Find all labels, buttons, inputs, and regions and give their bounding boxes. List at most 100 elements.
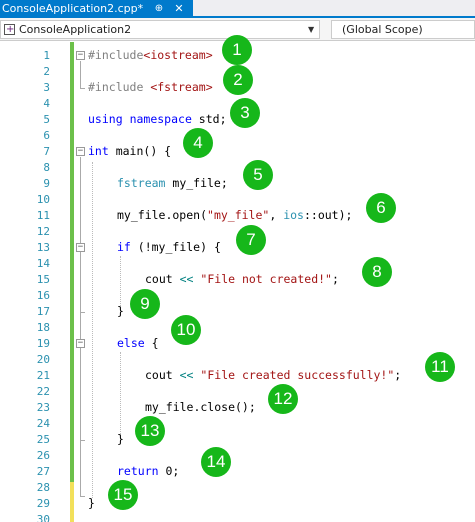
code-line-19[interactable]: else { [117, 336, 159, 350]
project-dropdown-value: ConsoleApplication2 [19, 23, 132, 36]
code-token: int [88, 144, 109, 158]
indent-guide [92, 162, 93, 498]
code-line-17[interactable]: } [117, 304, 124, 318]
annotation-badge: 15 [108, 480, 138, 510]
code-token: #include [88, 48, 144, 62]
annotation-badge: 2 [223, 65, 253, 95]
pin-icon[interactable]: ⊕ [153, 0, 165, 18]
outline-guide [80, 349, 81, 440]
code-line-29[interactable]: } [88, 496, 95, 510]
code-line-21[interactable]: cout << "File created successfully!"; [145, 368, 401, 382]
line-number: 25 [36, 433, 50, 446]
document-tab-strip: ConsoleApplication2.cpp* ⊕ ✕ [0, 0, 475, 18]
line-number: 2 [43, 65, 50, 78]
outline-guide [80, 253, 81, 312]
code-line-9[interactable]: fstream my_file; [117, 176, 228, 190]
line-number: 21 [36, 369, 50, 382]
unsaved-changes-bar [70, 482, 74, 522]
code-token: namespace [129, 112, 192, 126]
code-token: <fstream> [150, 80, 213, 94]
code-token: <iostream> [143, 48, 213, 62]
code-token: my_file.close(); [145, 400, 256, 414]
code-token: cout [145, 272, 180, 286]
line-number: 1 [43, 49, 50, 62]
annotation-badge: 11 [425, 352, 455, 382]
outline-guide-end [80, 496, 85, 497]
code-line-15[interactable]: cout << "File not created!"; [145, 272, 339, 286]
line-number: 24 [36, 417, 50, 430]
outline-guide-end [80, 440, 85, 441]
line-number: 8 [43, 161, 50, 174]
code-token: } [117, 432, 124, 446]
collapse-toggle-icon[interactable]: − [76, 339, 85, 348]
code-token: { [144, 336, 159, 350]
line-number: 27 [36, 465, 50, 478]
code-line-3[interactable]: #include <fstream> [88, 80, 213, 94]
outline-guide-end [80, 312, 85, 313]
line-number: 23 [36, 401, 50, 414]
annotation-badge: 5 [243, 160, 273, 190]
code-token: main() { [108, 144, 172, 158]
line-number: 16 [36, 289, 50, 302]
collapse-toggle-icon[interactable]: − [76, 147, 85, 156]
line-number: 20 [36, 353, 50, 366]
code-line-23[interactable]: my_file.close(); [145, 400, 256, 414]
line-number: 18 [36, 321, 50, 334]
line-number: 15 [36, 273, 50, 286]
code-token: my_file; [165, 176, 228, 190]
annotation-badge: 8 [362, 257, 392, 287]
line-number: 26 [36, 449, 50, 462]
code-token: #include [88, 80, 151, 94]
project-dropdown[interactable]: ConsoleApplication2 ▼ [0, 20, 320, 39]
line-number: 5 [43, 113, 50, 126]
code-line-25[interactable]: } [117, 432, 124, 446]
scope-dropdown[interactable]: (Global Scope) [331, 20, 475, 39]
code-token: (!my_file) { [130, 240, 221, 254]
line-number: 7 [43, 145, 50, 158]
line-number: 12 [36, 225, 50, 238]
annotation-badge: 10 [171, 315, 201, 345]
annotation-badge: 7 [236, 225, 266, 255]
outline-guide [80, 61, 81, 88]
line-number: 11 [36, 209, 50, 222]
outline-guide [80, 157, 81, 496]
line-number: 9 [43, 177, 50, 190]
code-editor[interactable]: 1 2 3 4 5 6 7 8 9 10 11 12 13 14 15 16 1… [0, 35, 475, 522]
code-token: else [117, 336, 145, 350]
code-token: my_file.open( [117, 208, 208, 222]
saved-changes-bar [70, 42, 74, 482]
code-token: using [88, 112, 123, 126]
code-token: ::out); [303, 208, 353, 222]
line-number: 14 [36, 257, 50, 270]
annotation-badge: 3 [230, 98, 260, 128]
close-icon[interactable]: ✕ [173, 0, 185, 18]
code-token: fstream [117, 176, 166, 190]
line-number: 30 [36, 513, 50, 522]
line-number: 28 [36, 481, 50, 494]
annotation-badge: 4 [183, 128, 213, 158]
line-number: 19 [36, 337, 50, 350]
code-token: "File created successfully!" [200, 368, 395, 382]
annotation-badge: 9 [130, 289, 160, 319]
scope-dropdown-value: (Global Scope) [342, 23, 423, 36]
code-line-7[interactable]: int main() { [88, 144, 171, 158]
tab-consoleapplication2-cpp[interactable]: ConsoleApplication2.cpp* ⊕ ✕ [0, 0, 193, 18]
collapse-toggle-icon[interactable]: − [76, 51, 85, 60]
annotation-badge: 14 [201, 447, 231, 477]
code-token: << [179, 368, 194, 382]
code-line-1[interactable]: #include<iostream> [88, 48, 213, 62]
line-number: 6 [43, 129, 50, 142]
code-line-11[interactable]: my_file.open("my_file", ios::out); [117, 208, 352, 222]
code-token: ; [394, 368, 402, 382]
code-line-5[interactable]: using namespace std; [88, 112, 227, 126]
chevron-down-icon[interactable]: ▼ [308, 21, 314, 38]
code-line-27[interactable]: return 0; [117, 464, 179, 478]
collapse-toggle-icon[interactable]: − [76, 243, 85, 252]
code-token: << [179, 272, 194, 286]
code-line-13[interactable]: if (!my_file) { [117, 240, 221, 254]
annotation-badge: 6 [366, 193, 396, 223]
indent-guide [120, 256, 121, 308]
code-token: ios [283, 208, 304, 222]
code-token: "my_file" [207, 208, 270, 222]
